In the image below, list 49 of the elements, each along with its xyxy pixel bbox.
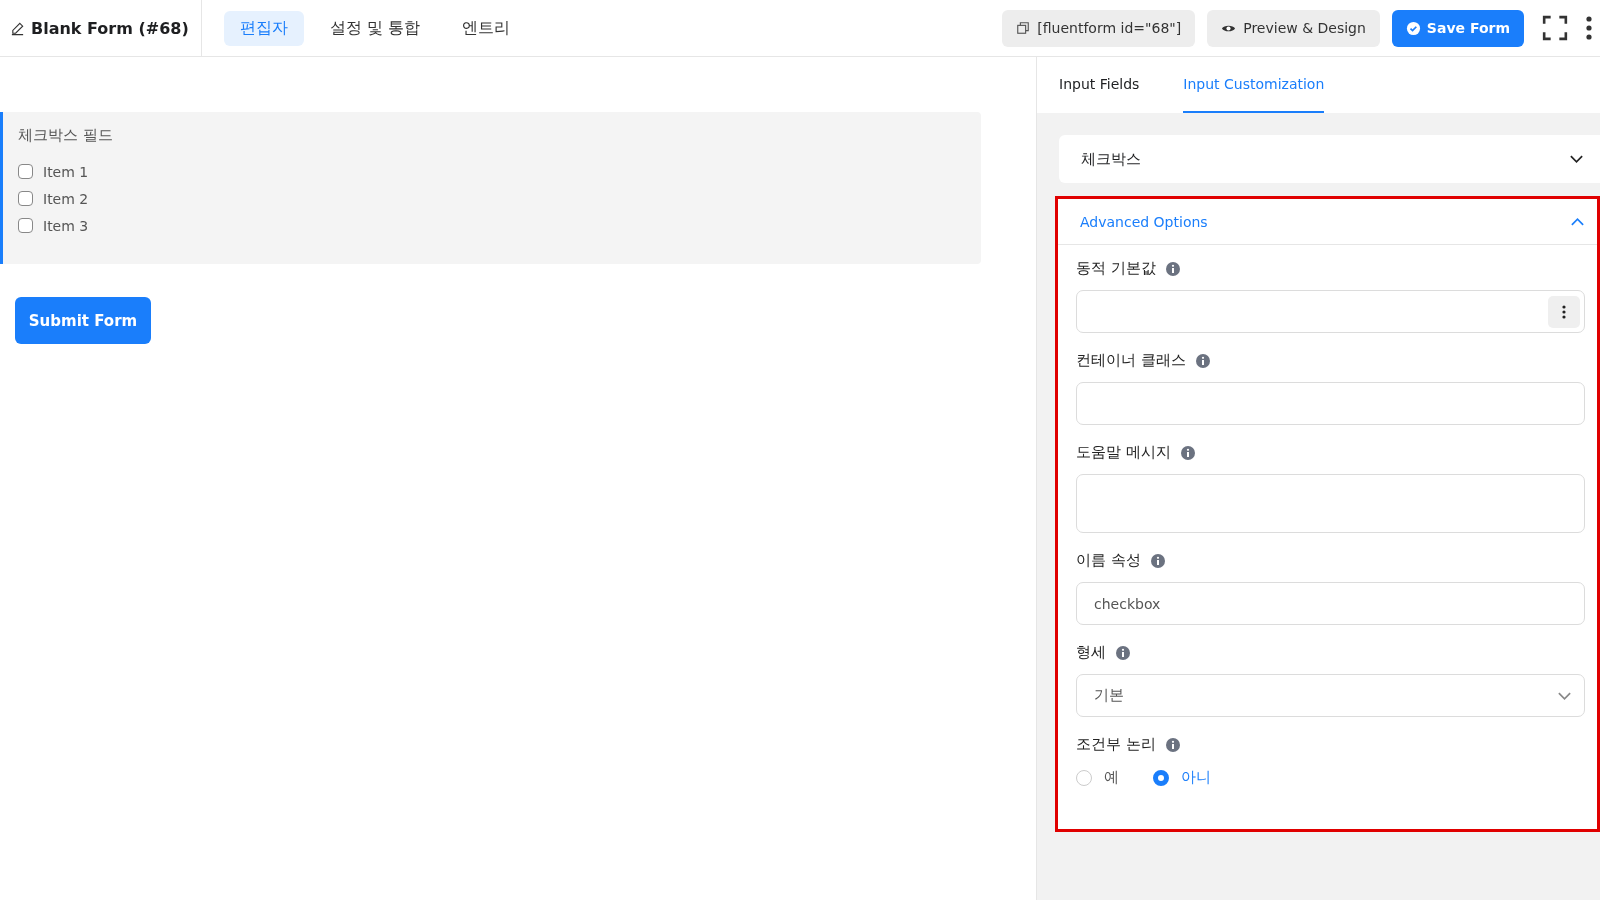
field-label: 컨테이너 클래스 (1076, 351, 1186, 370)
info-icon (1180, 445, 1195, 460)
field-label: 이름 속성 (1076, 551, 1141, 570)
checkbox[interactable] (18, 191, 33, 206)
nav-tab[interactable]: 엔트리 (445, 10, 526, 46)
copy-icon (1016, 21, 1031, 35)
radio-label[interactable]: 예 (1104, 768, 1119, 787)
preview-button[interactable]: Preview & Design (1207, 9, 1380, 47)
option-label: Item 3 (43, 217, 89, 234)
option-label: Item 1 (43, 163, 89, 180)
dropdown-label: 체크박스 (1081, 149, 1141, 169)
save-button[interactable]: Save Form (1391, 9, 1524, 47)
info-icon (1165, 261, 1180, 276)
field-label: 도움말 메시지 (1076, 443, 1171, 462)
vertical-dots-icon (1562, 304, 1566, 319)
field-label: 조건부 논리 (1076, 735, 1156, 754)
radio-button[interactable] (1153, 769, 1169, 786)
radio-label[interactable]: 아니 (1181, 768, 1211, 787)
panel-tab[interactable]: Input Customization (1183, 57, 1325, 113)
info-icon (1150, 553, 1165, 568)
radio-button[interactable] (1076, 769, 1092, 786)
textarea-field[interactable] (1076, 474, 1585, 533)
fullscreen-icon[interactable] (1542, 15, 1568, 41)
field-label: 형세 (1076, 643, 1106, 662)
check-circle-icon (1405, 20, 1421, 36)
select-field[interactable]: 기본 (1076, 674, 1585, 717)
field-label: 체크박스 필드 (18, 126, 114, 145)
kebab-menu-icon[interactable] (1586, 16, 1592, 40)
info-icon (1165, 737, 1180, 752)
info-icon (1116, 645, 1130, 660)
submit-button[interactable]: Submit Form (15, 297, 151, 344)
field-label: 동적 기본값 (1076, 259, 1156, 278)
section-title[interactable]: Advanced Options (1080, 213, 1208, 230)
pencil-icon (10, 20, 25, 36)
field-type-dropdown[interactable]: 체크박스 (1059, 135, 1600, 183)
panel-tab[interactable]: Input Fields (1059, 57, 1140, 113)
text-input-field[interactable] (1076, 382, 1585, 425)
checkbox[interactable] (18, 164, 33, 179)
checkbox[interactable] (18, 218, 33, 233)
form-field-card[interactable]: 체크박스 필드 Item 1 Item 2 Item 3 (0, 112, 981, 264)
chevron-icon (1557, 690, 1572, 701)
info-icon (1195, 353, 1210, 368)
text-input-field[interactable]: checkbox (1076, 582, 1585, 625)
more-options-button[interactable] (1548, 295, 1580, 328)
shortcode-button[interactable]: [fluentform id="68"] (1002, 9, 1196, 47)
option-label: Item 2 (43, 190, 89, 207)
form-title: Blank Form (#68) (31, 18, 189, 38)
text-input-field[interactable] (1076, 290, 1585, 333)
nav-tab[interactable]: 설정 및 통합 (313, 10, 436, 46)
